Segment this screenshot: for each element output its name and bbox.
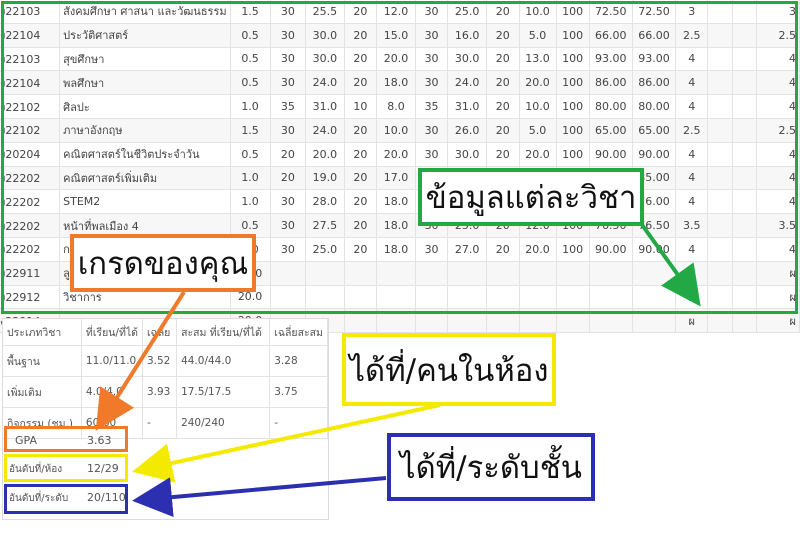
subject-info-arrow xyxy=(638,220,701,307)
level-rank-arrow xyxy=(132,476,387,518)
your-grade-arrow xyxy=(95,290,186,431)
arrows-layer xyxy=(95,220,701,518)
class-rank-arrow xyxy=(132,403,441,483)
